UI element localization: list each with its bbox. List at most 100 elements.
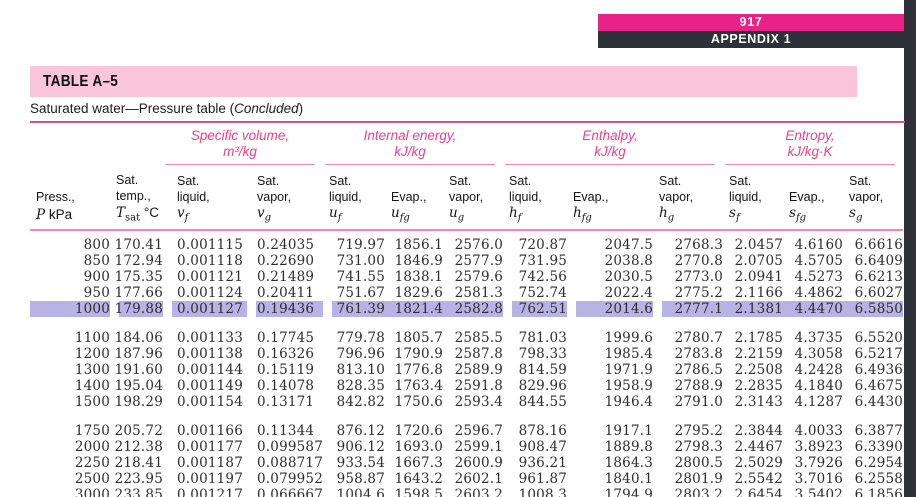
cell-sg: 6.5217	[843, 346, 903, 362]
cell-Tsat: 170.41	[110, 230, 163, 253]
subtitle-suffix: )	[299, 101, 304, 116]
cell-ufg: 1598.5	[385, 487, 443, 497]
cell-hg: 2788.9	[653, 378, 723, 394]
cell-sg: 6.3390	[843, 439, 903, 455]
cell-ufg: 1856.1	[385, 230, 443, 253]
cell-sg: 6.6409	[843, 253, 903, 269]
table-row-p2000: 2000212.380.0011770.099587906.121693.025…	[30, 439, 903, 455]
cell-vf: 0.001217	[163, 487, 247, 497]
table-row-p1100: 1100184.060.0011330.17745779.781805.7258…	[30, 330, 903, 346]
cell-uf: 842.82	[323, 394, 385, 410]
cell-vf: 0.001138	[163, 346, 247, 362]
cell-sfg: 4.3058	[783, 346, 843, 362]
symbol-ufg: ufg	[391, 205, 443, 224]
cell-ug: 2582.8	[443, 301, 503, 317]
cell-ug: 2589.9	[443, 362, 503, 378]
symbol-vf: vf	[177, 205, 247, 224]
cell-Tsat: 172.94	[110, 253, 163, 269]
cell-sg: 6.2954	[843, 455, 903, 471]
cell-P: 2500	[30, 471, 110, 487]
cell-hg: 2780.7	[653, 330, 723, 346]
cell-hg: 2791.0	[653, 394, 723, 410]
cell-hf: 908.47	[503, 439, 567, 455]
cell-hfg: 1889.8	[567, 439, 653, 455]
table-row-p800: 800170.410.0011150.24035719.971856.12576…	[30, 230, 903, 253]
cell-sfg: 3.5402	[783, 487, 843, 497]
cell-sg: 6.6213	[843, 269, 903, 285]
group-header-enthalpy: Enthalpy,kJ/kg	[503, 124, 723, 165]
cell-ug: 2576.0	[443, 230, 503, 253]
group-header-spacer	[30, 124, 163, 165]
cell-uf: 1004.6	[323, 487, 385, 497]
cell-Tsat: 218.41	[110, 455, 163, 471]
cell-ufg: 1790.9	[385, 346, 443, 362]
cell-hfg: 1840.1	[567, 471, 653, 487]
cell-ufg: 1805.7	[385, 330, 443, 346]
cell-vg: 0.099587	[247, 439, 323, 455]
cell-hf: 878.16	[503, 423, 567, 439]
cell-sg: 6.6616	[843, 230, 903, 253]
cell-vg: 0.21489	[247, 269, 323, 285]
table-row-p950: 950177.660.0011240.20411751.671829.62581…	[30, 285, 903, 301]
cell-sfg: 4.1287	[783, 394, 843, 410]
cell-ufg: 1667.3	[385, 455, 443, 471]
cell-vg: 0.14078	[247, 378, 323, 394]
cell-vf: 0.001121	[163, 269, 247, 285]
table-row-p2500: 2500223.950.0011970.079952958.871643.226…	[30, 471, 903, 487]
cell-uf: 761.39	[323, 301, 385, 317]
column-header-hg: Sat.vapor,hg	[653, 165, 723, 230]
cell-sg: 6.3877	[843, 423, 903, 439]
symbol-P: P kPa	[36, 206, 110, 224]
cell-Tsat: 233.85	[110, 487, 163, 497]
symbol-sf: sf	[729, 205, 783, 224]
cell-P: 2000	[30, 439, 110, 455]
cell-sf: 2.2508	[723, 362, 783, 378]
cell-vf: 0.001133	[163, 330, 247, 346]
appendix-label: APPENDIX 1	[711, 32, 791, 46]
cell-hf: 829.96	[503, 378, 567, 394]
column-header-Tsat: Sat.temp.,Tsat °C	[110, 165, 163, 230]
steam-table-wrap: Specific volume,m³/kgInternal energy,kJ/…	[30, 121, 905, 497]
cell-hfg: 1794.9	[567, 487, 653, 497]
cell-vg: 0.15119	[247, 362, 323, 378]
cell-hfg: 1958.9	[567, 378, 653, 394]
cell-sf: 2.4467	[723, 439, 783, 455]
cell-sf: 2.3844	[723, 423, 783, 439]
cell-ufg: 1643.2	[385, 471, 443, 487]
cell-hg: 2801.9	[653, 471, 723, 487]
symbol-ug: ug	[449, 205, 503, 224]
table-title: TABLE A–5	[43, 73, 118, 91]
column-label-row: Press.,P kPaSat.temp.,Tsat °CSat.liquid,…	[30, 165, 903, 230]
cell-sf: 2.0705	[723, 253, 783, 269]
column-header-uf: Sat.liquid,uf	[323, 165, 385, 230]
cell-ufg: 1838.1	[385, 269, 443, 285]
block-gap-row	[30, 317, 903, 330]
cell-sg: 6.4936	[843, 362, 903, 378]
cell-uf: 906.12	[323, 439, 385, 455]
cell-ug: 2585.5	[443, 330, 503, 346]
cell-ufg: 1693.0	[385, 439, 443, 455]
cell-P: 1100	[30, 330, 110, 346]
cell-ug: 2579.6	[443, 269, 503, 285]
cell-P: 2250	[30, 455, 110, 471]
cell-vf: 0.001154	[163, 394, 247, 410]
appendix-badge: APPENDIX 1	[598, 31, 904, 48]
cell-vf: 0.001127	[163, 301, 247, 317]
cell-sf: 2.0457	[723, 230, 783, 253]
cell-P: 3000	[30, 487, 110, 497]
group-header-row: Specific volume,m³/kgInternal energy,kJ/…	[30, 124, 903, 165]
cell-P: 1000	[30, 301, 110, 317]
cell-ug: 2599.1	[443, 439, 503, 455]
textbook-page: 917 APPENDIX 1 TABLE A–5 Saturated water…	[0, 0, 916, 497]
block-gap	[30, 317, 903, 330]
subtitle-concluded: Concluded	[234, 101, 299, 116]
cell-sf: 2.2835	[723, 378, 783, 394]
cell-Tsat: 187.96	[110, 346, 163, 362]
cell-sf: 2.5029	[723, 455, 783, 471]
cell-hfg: 2030.5	[567, 269, 653, 285]
cell-vg: 0.13171	[247, 394, 323, 410]
cell-vg: 0.079952	[247, 471, 323, 487]
cell-hg: 2775.2	[653, 285, 723, 301]
cell-P: 1400	[30, 378, 110, 394]
column-header-ug: Sat.vapor,ug	[443, 165, 503, 230]
